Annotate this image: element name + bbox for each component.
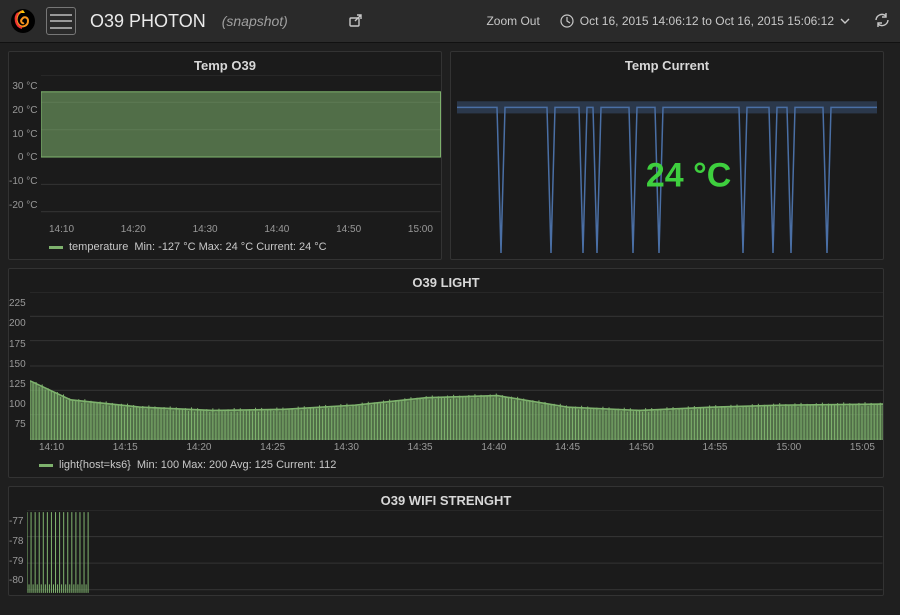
y-tick: 125 <box>9 379 26 390</box>
legend-swatch <box>49 246 63 249</box>
x-tick: 14:20 <box>186 442 211 453</box>
y-tick: 10 °C <box>12 129 37 140</box>
y-tick: 150 <box>9 359 26 370</box>
time-range-label: Oct 16, 2015 14:06:12 to Oct 16, 2015 15… <box>580 14 834 28</box>
legend-stats: Min: 100 Max: 200 Avg: 125 Current: 112 <box>137 459 337 471</box>
y-tick: -77 <box>9 516 23 527</box>
legend-swatch <box>39 464 53 467</box>
legend-series: temperature <box>69 241 128 253</box>
y-tick: 175 <box>9 339 26 350</box>
top-bar: O39 PHOTON (snapshot) Zoom Out Oct 16, 2… <box>0 0 900 43</box>
x-tick: 15:00 <box>408 224 433 235</box>
panel-title: Temp O39 <box>9 52 441 75</box>
x-tick: 15:00 <box>776 442 801 453</box>
x-tick: 14:45 <box>555 442 580 453</box>
panel-o39-light[interactable]: O39 LIGHT 225 200 175 150 125 100 75 <box>8 268 884 478</box>
panel-o39-wifi[interactable]: O39 WIFI STRENGHT -77 -78 -79 -80 <box>8 486 884 596</box>
y-tick: 75 <box>15 419 26 430</box>
grafana-logo-icon[interactable] <box>10 8 36 34</box>
y-tick: -80 <box>9 575 23 586</box>
y-tick: 200 <box>9 318 26 329</box>
y-tick: -10 °C <box>9 176 37 187</box>
panel-title: Temp Current <box>451 52 883 75</box>
temp-chart[interactable] <box>41 75 441 222</box>
y-axis: 30 °C 20 °C 10 °C 0 °C -10 °C -20 °C <box>9 79 41 213</box>
x-tick: 14:40 <box>264 224 289 235</box>
x-tick: 14:35 <box>408 442 433 453</box>
y-tick: 225 <box>9 298 26 309</box>
x-tick: 14:20 <box>121 224 146 235</box>
light-chart[interactable] <box>30 292 883 440</box>
x-tick: 14:30 <box>334 442 359 453</box>
legend-series: light{host=ks6} <box>59 459 131 471</box>
y-tick: 20 °C <box>12 105 37 116</box>
x-tick: 14:25 <box>260 442 285 453</box>
legend[interactable]: temperature Min: -127 °C Max: 24 °C Curr… <box>9 237 441 259</box>
x-tick: 14:50 <box>629 442 654 453</box>
x-tick: 14:15 <box>113 442 138 453</box>
dashboard-icon[interactable] <box>46 7 76 35</box>
singlestat-value: 24 °C <box>646 157 731 196</box>
y-tick: -79 <box>9 556 23 567</box>
clock-icon <box>560 14 574 28</box>
wifi-chart[interactable] <box>27 510 883 595</box>
y-tick: -78 <box>9 536 23 547</box>
x-tick: 14:50 <box>336 224 361 235</box>
x-tick: 14:10 <box>49 224 74 235</box>
panel-temp-o39[interactable]: Temp O39 30 °C 20 °C 10 °C 0 °C -10 °C -… <box>8 51 442 260</box>
x-tick: 15:05 <box>850 442 875 453</box>
panel-title: O39 WIFI STRENGHT <box>9 487 883 510</box>
x-tick: 14:30 <box>193 224 218 235</box>
zoom-out-button[interactable]: Zoom Out <box>476 14 549 28</box>
x-tick: 14:55 <box>702 442 727 453</box>
time-range-picker[interactable]: Oct 16, 2015 14:06:12 to Oct 16, 2015 15… <box>560 14 850 28</box>
refresh-icon[interactable] <box>874 12 890 31</box>
x-tick: 14:40 <box>481 442 506 453</box>
dashboard-subtitle: (snapshot) <box>222 13 288 29</box>
panel-temp-current[interactable]: Temp Current 24 °C <box>450 51 884 260</box>
y-tick: 0 °C <box>18 152 38 163</box>
x-axis: 14:10 14:20 14:30 14:40 14:50 15:00 <box>9 222 441 237</box>
y-tick: 30 °C <box>12 81 37 92</box>
x-tick: 14:10 <box>39 442 64 453</box>
y-axis: 225 200 175 150 125 100 75 <box>9 296 30 432</box>
y-tick: 100 <box>9 399 26 410</box>
chevron-down-icon <box>840 16 850 26</box>
x-axis: 14:10 14:15 14:20 14:25 14:30 14:35 14:4… <box>9 440 883 455</box>
legend-stats: Min: -127 °C Max: 24 °C Current: 24 °C <box>134 241 326 253</box>
legend[interactable]: light{host=ks6} Min: 100 Max: 200 Avg: 1… <box>9 455 883 477</box>
panel-title: O39 LIGHT <box>9 269 883 292</box>
dashboard-title[interactable]: O39 PHOTON <box>90 11 206 32</box>
y-tick: -20 °C <box>9 200 37 211</box>
y-axis: -77 -78 -79 -80 <box>9 514 27 588</box>
share-icon[interactable] <box>348 12 364 31</box>
